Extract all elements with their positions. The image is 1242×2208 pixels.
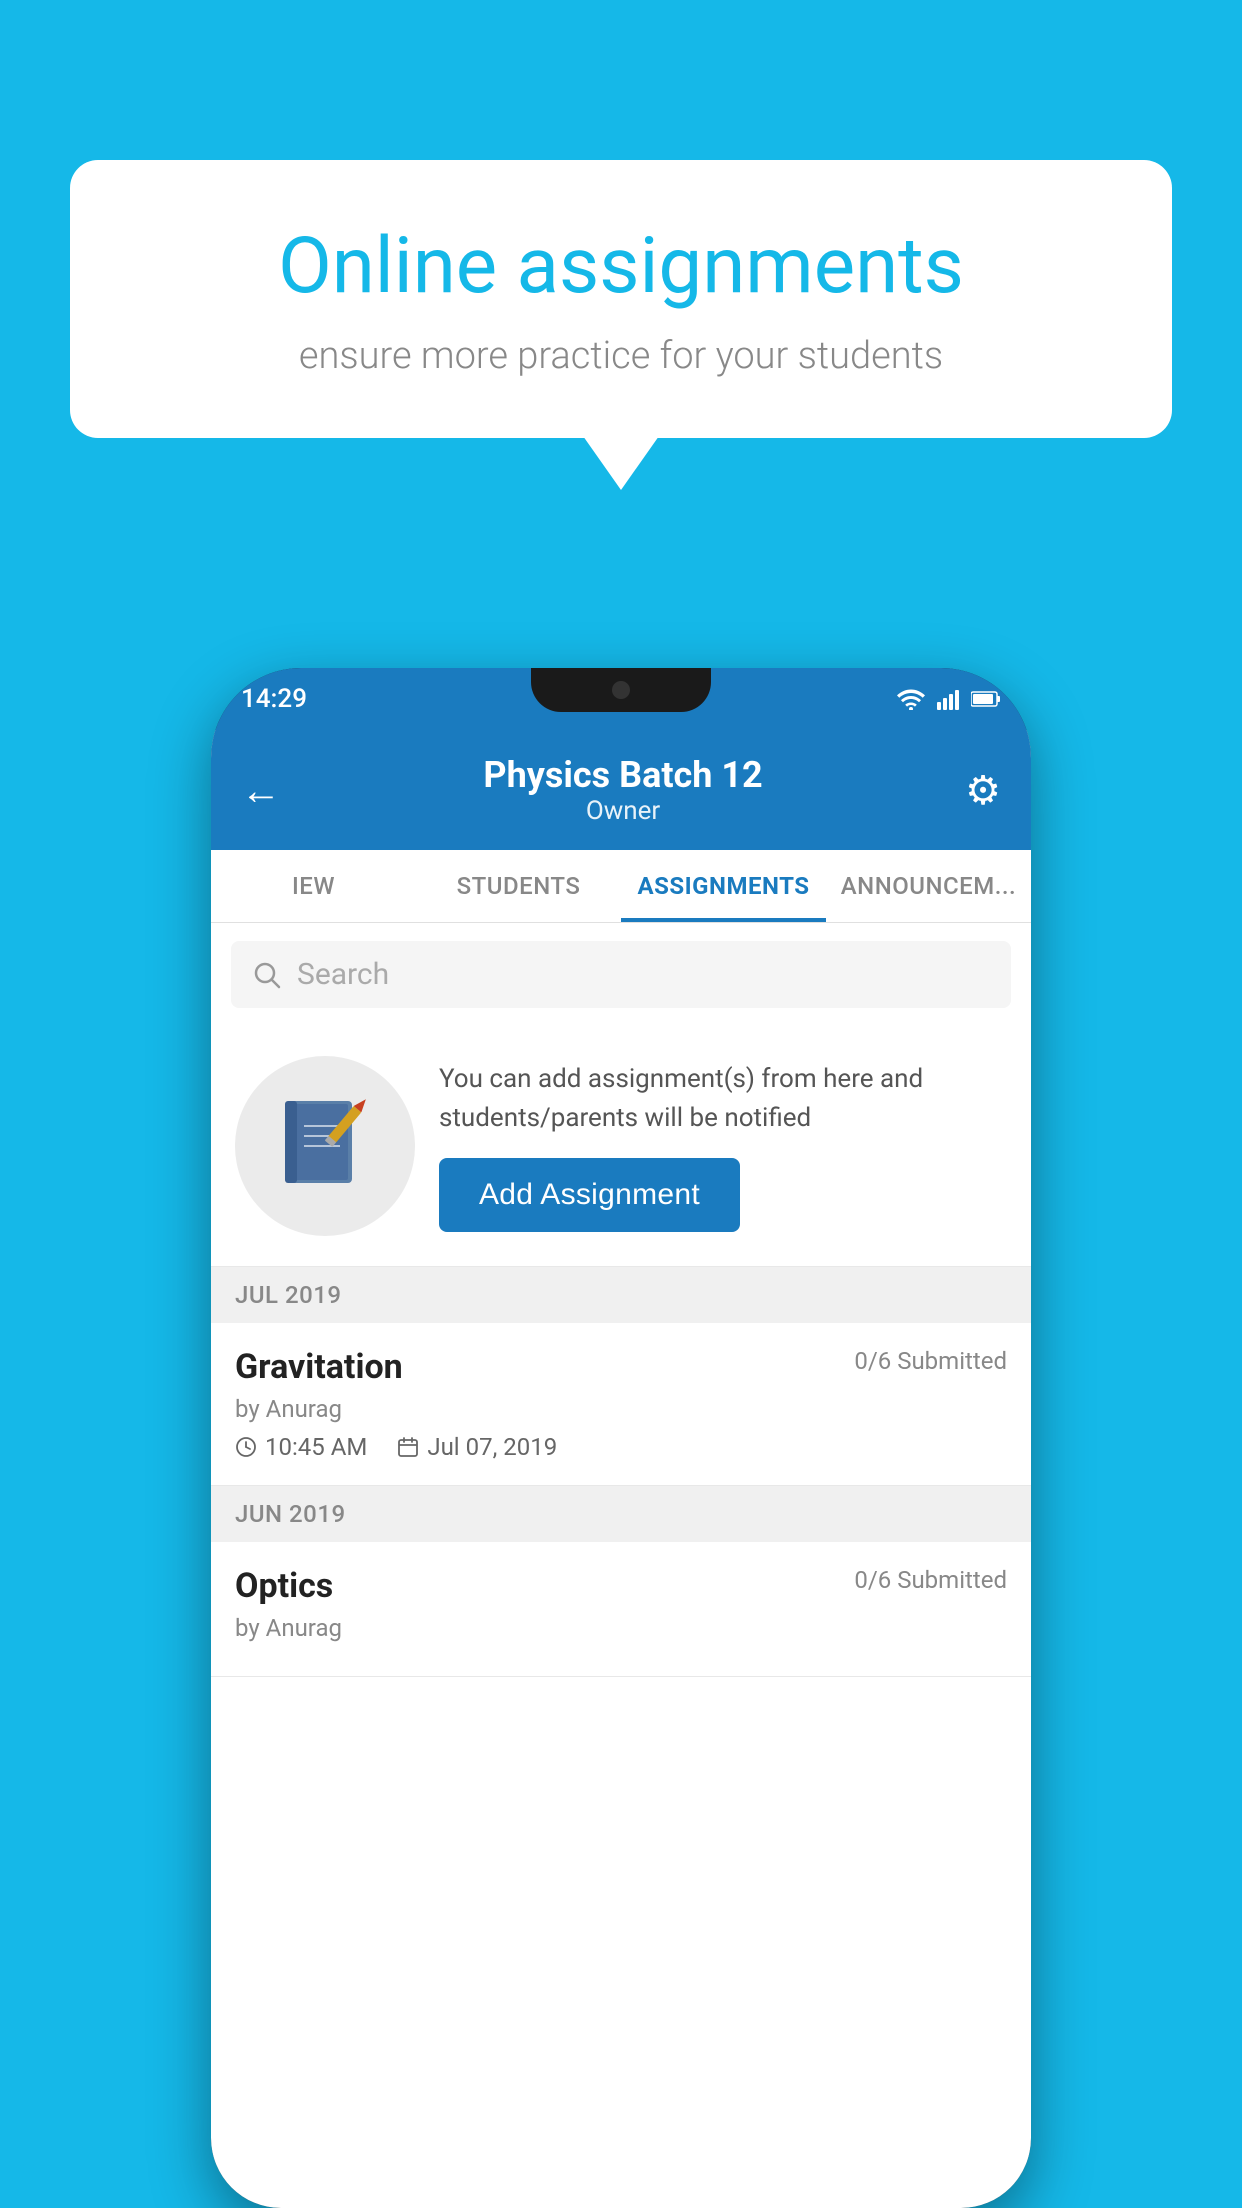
notebook-icon: [280, 1096, 370, 1196]
status-time: 14:29: [241, 684, 307, 714]
clock-icon: [235, 1436, 257, 1458]
assignment-author: by Anurag: [235, 1395, 1007, 1423]
settings-icon[interactable]: ⚙: [965, 767, 1001, 814]
assignment-author-optics: by Anurag: [235, 1614, 1007, 1642]
tab-announcements[interactable]: ANNOUNCEM...: [826, 850, 1031, 922]
tab-students[interactable]: STUDENTS: [416, 850, 621, 922]
search-placeholder: Search: [297, 957, 389, 992]
speech-bubble-container: Online assignments ensure more practice …: [70, 160, 1172, 438]
promo-section: You can add assignment(s) from here and …: [211, 1026, 1031, 1267]
phone-screen: ← Physics Batch 12 Owner ⚙ IEW STUDENTS …: [211, 730, 1031, 2208]
search-container: Search: [211, 923, 1031, 1026]
phone-frame: 14:29: [211, 668, 1031, 2208]
month-separator-jul: JUL 2019: [211, 1267, 1031, 1323]
battery-icon: [971, 690, 1001, 708]
assignment-item-optics[interactable]: Optics 0/6 Submitted by Anurag: [211, 1542, 1031, 1677]
assignment-status-optics: 0/6 Submitted: [854, 1566, 1007, 1594]
app-header: ← Physics Batch 12 Owner ⚙: [211, 730, 1031, 850]
calendar-icon: [397, 1436, 419, 1458]
status-bar: 14:29: [211, 668, 1031, 730]
assignment-top-optics: Optics 0/6 Submitted: [235, 1566, 1007, 1606]
promo-description: You can add assignment(s) from here and …: [439, 1060, 1007, 1138]
month-separator-jun: JUN 2019: [211, 1486, 1031, 1542]
bubble-title: Online assignments: [140, 220, 1102, 314]
assignment-date: Jul 07, 2019: [397, 1433, 557, 1461]
header-title: Physics Batch 12: [483, 754, 762, 796]
header-center: Physics Batch 12 Owner: [483, 754, 762, 826]
tab-assignments[interactable]: ASSIGNMENTS: [621, 850, 826, 922]
search-bar[interactable]: Search: [231, 941, 1011, 1008]
assignment-status: 0/6 Submitted: [854, 1347, 1007, 1375]
header-subtitle: Owner: [483, 796, 762, 826]
assignment-top: Gravitation 0/6 Submitted: [235, 1347, 1007, 1387]
assignment-title: Gravitation: [235, 1347, 403, 1387]
tab-iew[interactable]: IEW: [211, 850, 416, 922]
signal-icon: [937, 688, 959, 710]
assignment-item-gravitation[interactable]: Gravitation 0/6 Submitted by Anurag 10:4…: [211, 1323, 1031, 1486]
add-assignment-button[interactable]: Add Assignment: [439, 1158, 740, 1232]
bubble-subtitle: ensure more practice for your students: [140, 334, 1102, 378]
search-icon: [253, 961, 281, 989]
status-icons: [897, 688, 1001, 710]
assignment-title-optics: Optics: [235, 1566, 333, 1606]
promo-right: You can add assignment(s) from here and …: [439, 1060, 1007, 1232]
notch: [531, 668, 711, 712]
speech-bubble: Online assignments ensure more practice …: [70, 160, 1172, 438]
back-button[interactable]: ←: [241, 767, 281, 814]
camera-dot: [612, 681, 630, 699]
assignment-time: 10:45 AM: [235, 1433, 367, 1461]
wifi-icon: [897, 688, 925, 710]
promo-icon-circle: [235, 1056, 415, 1236]
assignment-meta: 10:45 AM Jul 07, 2019: [235, 1433, 1007, 1461]
tabs-container: IEW STUDENTS ASSIGNMENTS ANNOUNCEM...: [211, 850, 1031, 923]
